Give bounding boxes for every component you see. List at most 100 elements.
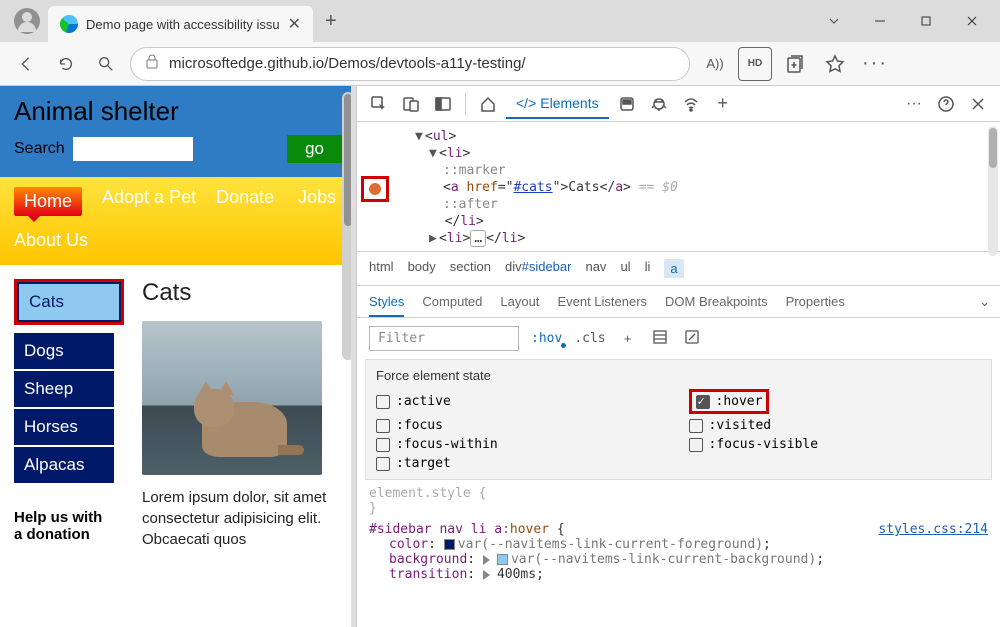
annotation-highlight: Cats	[14, 279, 124, 325]
color-swatch[interactable]	[444, 539, 455, 550]
crumb-html[interactable]: html	[369, 259, 394, 278]
sidebar-item-dogs[interactable]: Dogs	[14, 333, 114, 369]
tab-properties[interactable]: Properties	[786, 294, 845, 309]
styles-rules[interactable]: element.style { } styles.css:214 #sideba…	[357, 480, 1000, 588]
back-button[interactable]	[10, 48, 42, 80]
sidebar-item-horses[interactable]: Horses	[14, 409, 114, 445]
force-state-panel: Force element state :active :hover :focu…	[365, 359, 992, 480]
profile-avatar[interactable]	[14, 8, 40, 34]
flexbox-overlay-icon[interactable]	[650, 329, 670, 348]
crumb-ul[interactable]: ul	[620, 259, 630, 278]
refresh-button[interactable]	[50, 48, 82, 80]
search-label: Search	[14, 140, 65, 158]
crumb-section[interactable]: section	[450, 259, 491, 278]
cat-image	[142, 321, 322, 475]
tab-layout[interactable]: Layout	[500, 294, 539, 309]
chevron-down-icon[interactable]: ⌄	[979, 294, 990, 310]
browser-titlebar: Demo page with accessibility issu ✕ +	[0, 0, 1000, 42]
tab-title: Demo page with accessibility issu	[86, 17, 280, 32]
help-icon[interactable]	[932, 90, 960, 118]
state-hover[interactable]: :hover	[696, 394, 763, 409]
pane-divider[interactable]	[351, 86, 356, 627]
body-text: Lorem ipsum dolor, sit amet consectetur …	[142, 487, 336, 550]
app-tab-icon[interactable]	[613, 90, 641, 118]
devtools-menu-icon[interactable]: ···	[900, 90, 928, 118]
state-visited[interactable]: :visited	[689, 418, 982, 433]
caret-down-icon[interactable]	[812, 6, 856, 36]
close-tab-icon[interactable]: ✕	[288, 14, 301, 34]
nav-jobs[interactable]: Jobs	[298, 187, 336, 216]
pseudo-after: ::after	[443, 197, 498, 212]
help-text: Help us with a donation	[14, 509, 114, 543]
crumb-body[interactable]: body	[408, 259, 436, 278]
tab-computed[interactable]: Computed	[422, 294, 482, 309]
state-target[interactable]: :target	[376, 456, 669, 471]
sidebar-item-cats[interactable]: Cats	[19, 284, 119, 320]
elements-tree[interactable]: ▼<ul> ▼<li> ::marker <a href="#cats">Cat…	[357, 122, 1000, 251]
more-tabs-icon[interactable]: +	[709, 90, 737, 118]
code-icon: </>	[516, 95, 536, 111]
close-window-button[interactable]	[950, 6, 994, 36]
selected-element-line[interactable]: <a href="#cats">Cats</a> == $0	[357, 179, 1000, 196]
cls-toggle[interactable]: .cls	[574, 331, 605, 346]
crumb-nav[interactable]: nav	[585, 259, 606, 278]
pseudo-marker: ::marker	[443, 163, 506, 178]
search-input[interactable]	[73, 137, 193, 161]
browser-menu-button[interactable]: ···	[858, 47, 892, 81]
styles-filter-input[interactable]: Filter	[369, 326, 519, 351]
address-bar[interactable]: microsoftedge.github.io/Demos/devtools-a…	[130, 47, 690, 81]
annotation-hover-highlight: :hover	[689, 389, 770, 414]
issues-icon[interactable]	[645, 90, 673, 118]
nav-about[interactable]: About Us	[14, 230, 88, 251]
nav-adopt[interactable]: Adopt a Pet	[102, 187, 196, 216]
crumb-li[interactable]: li	[645, 259, 651, 278]
site-title: Animal shelter	[14, 96, 342, 127]
url-text: microsoftedge.github.io/Demos/devtools-a…	[169, 55, 675, 72]
new-style-rule-button[interactable]: +	[618, 331, 638, 346]
color-swatch[interactable]	[497, 554, 508, 565]
minimize-button[interactable]	[858, 6, 902, 36]
inspect-element-icon[interactable]	[365, 90, 393, 118]
crumb-a[interactable]: a	[664, 259, 683, 278]
elements-tab[interactable]: </> Elements	[506, 89, 609, 119]
state-focus-within[interactable]: :focus-within	[376, 437, 669, 452]
sidebar-item-sheep[interactable]: Sheep	[14, 371, 114, 407]
page-heading: Cats	[142, 279, 336, 307]
nav-donate[interactable]: Donate	[216, 187, 274, 216]
expand-icon[interactable]	[483, 570, 495, 580]
welcome-tab-icon[interactable]	[474, 90, 502, 118]
pin-icon[interactable]	[682, 329, 702, 348]
devtools-toolbar: </> Elements + ···	[357, 86, 1000, 122]
breadcrumb: html body section div#sidebar nav ul li …	[357, 251, 1000, 286]
favorites-icon[interactable]	[818, 47, 852, 81]
reader-mode-icon[interactable]: A))	[698, 47, 732, 81]
search-button[interactable]	[90, 48, 122, 80]
state-focus-visible[interactable]: :focus-visible	[689, 437, 982, 452]
state-active[interactable]: :active	[376, 389, 669, 414]
lock-icon	[145, 53, 159, 74]
css-source-link[interactable]: styles.css:214	[878, 522, 988, 537]
new-tab-button[interactable]: +	[325, 10, 337, 33]
crumb-sidebar[interactable]: div#sidebar	[505, 259, 572, 278]
state-focus[interactable]: :focus	[376, 418, 669, 433]
maximize-button[interactable]	[904, 6, 948, 36]
nav-home[interactable]: Home	[14, 187, 82, 216]
dock-side-icon[interactable]	[429, 90, 457, 118]
hd-badge-icon[interactable]: HD	[738, 47, 772, 81]
go-button[interactable]: go	[287, 135, 342, 163]
device-toolbar-icon[interactable]	[397, 90, 425, 118]
tab-event-listeners[interactable]: Event Listeners	[557, 294, 647, 309]
expand-icon[interactable]	[483, 555, 495, 565]
tab-styles[interactable]: Styles	[369, 294, 404, 317]
close-devtools-icon[interactable]	[964, 90, 992, 118]
tab-dom-breakpoints[interactable]: DOM Breakpoints	[665, 294, 768, 309]
hov-toggle[interactable]: :hov	[531, 331, 562, 346]
collections-icon[interactable]	[778, 47, 812, 81]
force-state-title: Force element state	[376, 368, 981, 383]
sidebar-item-alpacas[interactable]: Alpacas	[14, 447, 114, 483]
browser-tab[interactable]: Demo page with accessibility issu ✕	[48, 6, 313, 42]
elements-scrollbar[interactable]	[988, 126, 998, 256]
network-conditions-icon[interactable]	[677, 90, 705, 118]
edge-logo-icon	[60, 15, 78, 33]
devtools-panel: </> Elements + ··· ▼<ul> ▼<li> ::marker …	[356, 86, 1000, 627]
